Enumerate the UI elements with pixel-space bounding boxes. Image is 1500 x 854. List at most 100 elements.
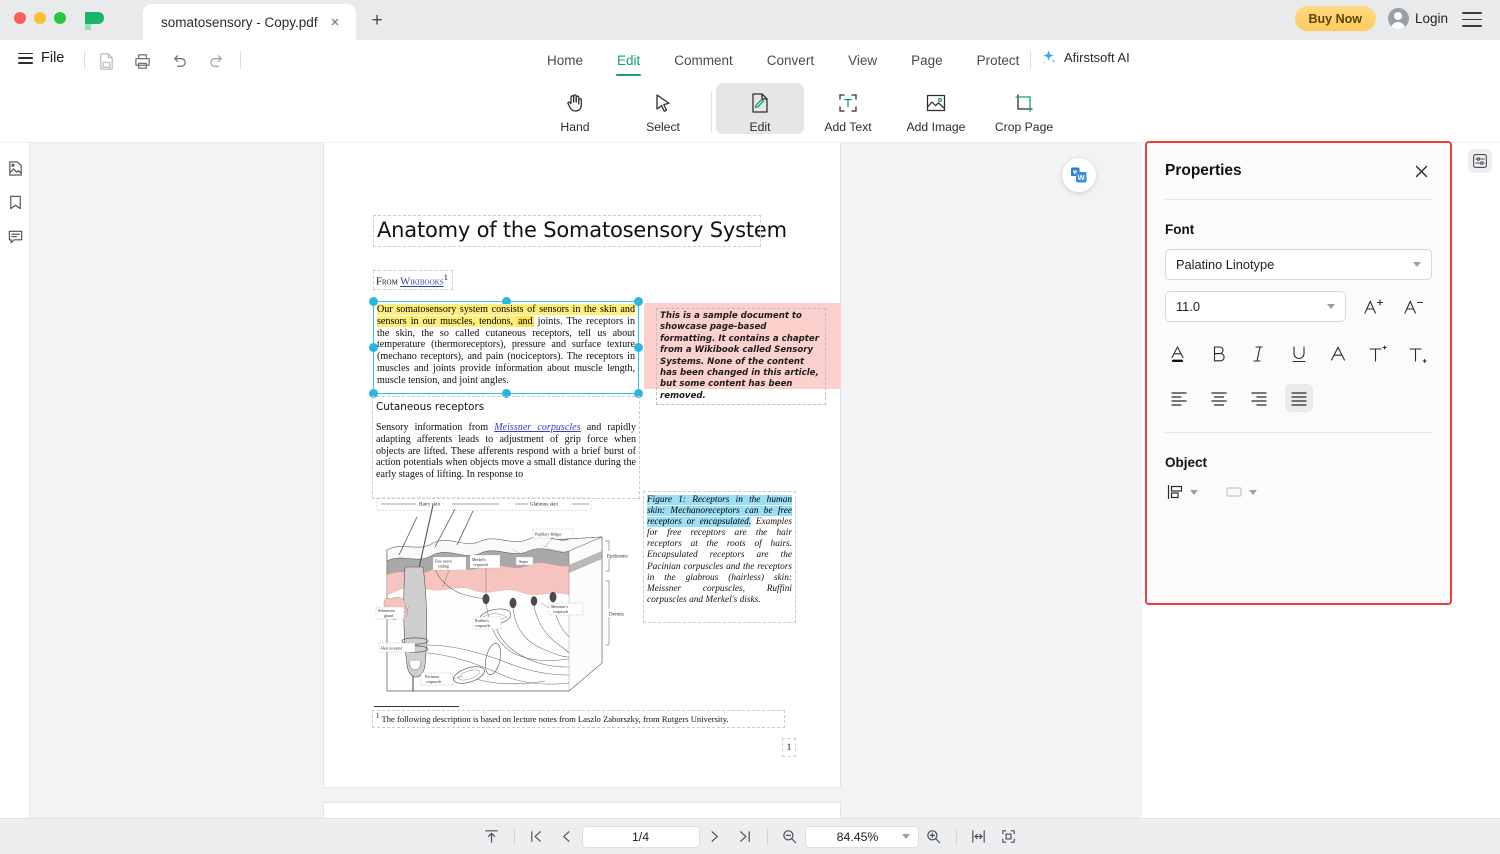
fit-page-icon[interactable]: [477, 825, 507, 849]
properties-panel[interactable]: Properties Font Palatino Linotype 11.0 O…: [1145, 141, 1452, 605]
first-page-icon[interactable]: [522, 825, 552, 849]
tab-view[interactable]: View: [831, 40, 894, 81]
fullscreen-icon[interactable]: [994, 825, 1024, 849]
footnote-text[interactable]: 1 The following description is based on …: [376, 712, 729, 724]
close-window-button[interactable]: [14, 12, 26, 24]
font-family-select[interactable]: Palatino Linotype: [1165, 249, 1432, 280]
font-size-select[interactable]: 11.0: [1165, 291, 1346, 322]
new-tab-button[interactable]: +: [366, 10, 388, 32]
doc-title[interactable]: Anatomy of the Somatosensory System: [373, 215, 787, 247]
properties-title: Properties: [1165, 162, 1242, 179]
thumbnail-panel-icon[interactable]: [0, 151, 30, 185]
align-center-icon[interactable]: [1205, 384, 1233, 412]
redo-icon[interactable]: [203, 48, 229, 74]
meissner-corpuscles-link[interactable]: Meissner corpuscles: [494, 422, 580, 433]
figure-caption[interactable]: Figure 1: Receptors in the human skin: M…: [647, 495, 792, 606]
main-menu-icon[interactable]: [1462, 12, 1482, 27]
tool-add-image[interactable]: Add Image: [892, 83, 980, 134]
login-button[interactable]: Login: [1387, 8, 1448, 29]
align-justify-icon[interactable]: [1285, 384, 1313, 412]
decrease-font-size-icon[interactable]: [1400, 294, 1426, 320]
doc-source-line[interactable]: From Wikibooks1: [373, 270, 453, 290]
tab-convert[interactable]: Convert: [750, 40, 831, 81]
figure-skin-cross-section[interactable]: Hairy skin Glabrous skin Epidermis Dermi…: [373, 495, 639, 703]
doc-section-paragraph[interactable]: Sensory information from Meissner corpus…: [376, 422, 636, 481]
properties-panel-toggle-icon[interactable]: [1468, 149, 1492, 173]
figure-label-hair-receptor: Hair receptor: [381, 646, 403, 651]
print-icon[interactable]: [129, 48, 155, 74]
underline-icon[interactable]: [1285, 340, 1313, 368]
doc-paragraph-intro[interactable]: Our somatosensory system consists of sen…: [375, 303, 637, 388]
increase-font-size-icon[interactable]: [1360, 294, 1386, 320]
tab-comment[interactable]: Comment: [657, 40, 750, 81]
figure-label-hairy-skin: Hairy skin: [419, 503, 440, 508]
document-tab[interactable]: somatosensory - Copy.pdf ×: [143, 4, 356, 40]
superscript-icon[interactable]: [1364, 340, 1392, 368]
align-left-icon[interactable]: [1165, 384, 1193, 412]
file-menu-icon: [18, 52, 33, 64]
next-page-icon[interactable]: [700, 825, 730, 849]
tool-crop-page[interactable]: Crop Page: [980, 83, 1068, 134]
save-icon[interactable]: [93, 48, 119, 74]
ribbon-tabs: Home Edit Comment Convert View Page Prot…: [530, 40, 1036, 81]
sparkle-icon: [1040, 49, 1057, 66]
font-color-icon[interactable]: [1165, 340, 1193, 368]
comment-panel-icon[interactable]: [0, 219, 30, 253]
subscript-icon[interactable]: [1404, 340, 1432, 368]
zoom-out-icon[interactable]: [775, 825, 805, 849]
close-icon[interactable]: [1410, 160, 1432, 182]
font-style-row: [1165, 340, 1432, 368]
align-row: [1165, 384, 1432, 412]
footnote-body: The following description is based on le…: [379, 713, 729, 724]
document-canvas[interactable]: Anatomy of the Somatosensory System From…: [30, 143, 1142, 826]
bottom-toolbar: 1/4 84.45%: [0, 818, 1500, 854]
tab-protect[interactable]: Protect: [960, 40, 1037, 81]
highlighted-word-and: and: [517, 315, 534, 327]
last-page-icon[interactable]: [730, 825, 760, 849]
file-menu-button[interactable]: File: [18, 50, 64, 66]
zoom-in-icon[interactable]: [919, 825, 949, 849]
object-arrange-button[interactable]: [1224, 482, 1257, 502]
object-align-button[interactable]: [1165, 482, 1198, 502]
tool-select-label: Select: [646, 120, 680, 134]
divider: [1030, 51, 1031, 69]
italic-icon[interactable]: [1245, 340, 1273, 368]
minimize-window-button[interactable]: [34, 12, 46, 24]
figure-label-papillary-ridges: Papillary Ridges: [535, 532, 562, 537]
tab-page[interactable]: Page: [894, 40, 960, 81]
object-align-icon: [1165, 482, 1185, 502]
tool-add-text[interactable]: Add Text: [804, 83, 892, 134]
tool-edit-label: Edit: [749, 120, 771, 134]
undo-icon[interactable]: [166, 48, 192, 74]
tab-close-icon[interactable]: ×: [326, 13, 344, 31]
tab-home[interactable]: Home: [530, 40, 600, 81]
chevron-down-icon[interactable]: [1249, 489, 1257, 495]
edit-page-icon: [748, 88, 772, 118]
tool-edit[interactable]: Edit: [716, 83, 804, 134]
avatar: [1387, 8, 1409, 29]
bold-icon[interactable]: [1205, 340, 1233, 368]
bookmark-panel-icon[interactable]: [0, 185, 30, 219]
divider: [240, 51, 241, 69]
buy-now-button[interactable]: Buy Now: [1294, 6, 1376, 31]
maximize-window-button[interactable]: [54, 12, 66, 24]
tool-select[interactable]: Select: [619, 83, 707, 134]
split-view-icon[interactable]: [964, 825, 994, 849]
add-image-icon: [924, 88, 948, 118]
page-number-input[interactable]: 1/4: [581, 825, 700, 848]
zoom-level-select[interactable]: 84.45%: [804, 825, 919, 848]
tab-edit[interactable]: Edit: [600, 40, 657, 81]
tab-title: somatosensory - Copy.pdf: [161, 14, 318, 30]
afirstsoft-ai-button[interactable]: Afirstsoft AI: [1040, 49, 1130, 66]
align-right-icon[interactable]: [1245, 384, 1273, 412]
file-menu-label: File: [41, 50, 65, 66]
convert-to-word-icon[interactable]: W: [1062, 158, 1096, 192]
tool-hand[interactable]: Hand: [531, 83, 619, 134]
edit-tools: Hand Select Edit Add Text Add Image Crop…: [531, 83, 1068, 134]
chevron-down-icon[interactable]: [1190, 489, 1198, 495]
wikibooks-link[interactable]: Wikibooks: [400, 277, 443, 288]
sample-note-text[interactable]: This is a sample document to showcase pa…: [656, 307, 826, 406]
pdf-page-1[interactable]: Anatomy of the Somatosensory System From…: [324, 143, 841, 787]
strikethrough-icon[interactable]: [1324, 340, 1352, 368]
previous-page-icon[interactable]: [552, 825, 582, 849]
